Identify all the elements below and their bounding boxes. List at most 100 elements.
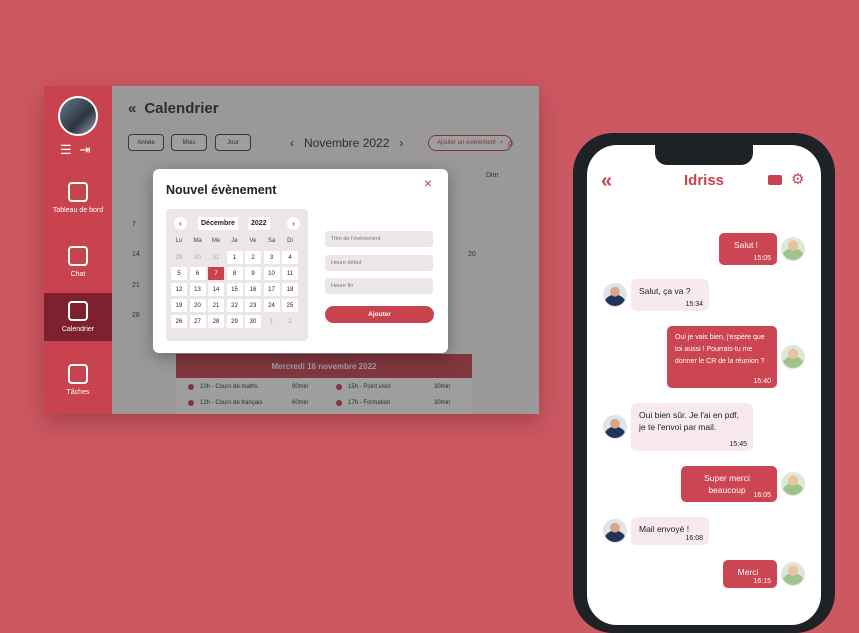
start-time-input[interactable]: Heure début (325, 255, 433, 271)
chevron-left-icon[interactable]: ‹ (174, 217, 187, 230)
avatar[interactable] (58, 96, 98, 136)
new-event-modal: Nouvel évènement × ‹ Décembre 2022 › Lu M… (153, 169, 448, 353)
sidebar: ☰ ⇥ Tableau de bord Chat Calendrier Tâch… (44, 86, 112, 414)
date-cell[interactable]: 4 (282, 251, 298, 264)
weekday-label: Je (231, 238, 238, 244)
date-cell[interactable]: 30 (245, 315, 261, 328)
date-cell[interactable]: 24 (263, 299, 280, 312)
home-icon (68, 182, 88, 202)
date-cell[interactable]: 31 (208, 251, 224, 264)
avatar (781, 237, 805, 261)
date-cell[interactable]: 2 (245, 251, 261, 264)
chevron-right-icon[interactable]: › (287, 217, 300, 230)
date-cell[interactable]: 12 (171, 283, 187, 296)
chat-icon (68, 246, 88, 266)
message-bubble[interactable]: Salut ! 15:05 (719, 233, 777, 265)
sidebar-item-label: Tableau de bord (52, 207, 104, 214)
message-time: 16:08 (685, 535, 703, 542)
message-time: 15:05 (753, 255, 771, 262)
date-cell[interactable]: 17 (263, 283, 280, 296)
weekday-label: Lu (175, 238, 183, 244)
message-text: Mail envoyé ! (639, 524, 690, 534)
date-cell[interactable]: 15 (226, 283, 243, 296)
date-cell[interactable]: 5 (171, 267, 187, 280)
message-bubble[interactable]: Super merci beaucoup 16:05 (681, 466, 777, 502)
message-time: 15:34 (685, 301, 703, 308)
calendar-icon (68, 301, 88, 321)
date-cell[interactable]: 3 (263, 251, 280, 264)
sidebar-item-label: Chat (70, 271, 86, 278)
logout-icon[interactable]: ⇥ (80, 142, 91, 158)
date-cell[interactable]: 11 (282, 267, 298, 280)
contact-name: Idriss (683, 172, 725, 189)
date-cell[interactable]: 13 (189, 283, 206, 296)
date-cell[interactable]: 28 (208, 315, 224, 328)
message-bubble[interactable]: Oui bien sûr. Je l'ai en pdf, je te l'en… (631, 403, 753, 451)
avatar (781, 562, 805, 586)
date-cell[interactable]: 30 (190, 251, 206, 264)
date-cell[interactable]: 1 (226, 251, 243, 264)
date-cell[interactable]: 21 (208, 299, 224, 312)
date-cell[interactable]: 14 (208, 283, 224, 296)
date-cell[interactable]: 8 (226, 267, 243, 280)
date-cell[interactable]: 29 (171, 251, 187, 264)
date-cell[interactable]: 2 (282, 315, 298, 328)
date-cell[interactable]: 1 (264, 315, 280, 328)
date-cell[interactable]: 16 (245, 283, 261, 296)
date-cell[interactable]: 19 (171, 299, 187, 312)
message-bubble[interactable]: Mail envoyé ! 16:08 (631, 517, 709, 545)
phone-mockup: « Idriss ⚙ Salut ! 15:05 Salut, ça va ? 15:… (573, 133, 835, 633)
menu-icon[interactable]: ☰ (60, 142, 72, 158)
weekday-label: Sa (267, 238, 276, 244)
sidebar-item-label: Tâches (66, 389, 90, 396)
weekday-label: Me (211, 238, 221, 244)
message-bubble[interactable]: Salut, ça va ? 15:34 (631, 279, 709, 311)
date-cell[interactable]: 22 (226, 299, 243, 312)
message-time: 15:45 (729, 441, 747, 448)
avatar (781, 472, 805, 496)
date-cell[interactable]: 23 (245, 299, 261, 312)
date-cell[interactable]: 20 (189, 299, 206, 312)
year-select[interactable]: 2022 (248, 217, 270, 230)
message-text: Oui je vais bien, j'espère que toi aussi… (675, 334, 765, 365)
date-cell[interactable]: 29 (226, 315, 243, 328)
date-cell[interactable]: 9 (245, 267, 261, 280)
sidebar-item-label: Calendrier (61, 326, 95, 333)
message-time: 16:05 (753, 492, 771, 499)
sidebar-item-tasks[interactable]: Tâches (44, 364, 112, 397)
message-bubble[interactable]: Merci 16:15 (723, 560, 777, 588)
tasks-icon (68, 364, 88, 384)
avatar (603, 415, 627, 439)
message-bubble[interactable]: Oui je vais bien, j'espère que toi aussi… (667, 326, 777, 388)
month-select[interactable]: Décembre (198, 217, 238, 230)
date-cell[interactable]: 7 (208, 267, 224, 280)
date-cell[interactable]: 26 (171, 315, 187, 328)
date-cell[interactable]: 25 (282, 299, 298, 312)
message-text: Merci (737, 567, 759, 577)
avatar (603, 283, 627, 307)
sidebar-item-calendar[interactable]: Calendrier (44, 293, 112, 341)
message-text: Oui bien sûr. Je l'ai en pdf, je te l'en… (639, 410, 739, 432)
avatar (781, 345, 805, 369)
add-button[interactable]: Ajouter (325, 306, 434, 323)
end-time-input[interactable]: Heure fin (325, 278, 433, 294)
message-time: 16:15 (753, 578, 771, 585)
sidebar-item-dashboard[interactable]: Tableau de bord (44, 182, 112, 215)
weekday-label: Di (287, 238, 293, 244)
phone-notch (655, 145, 753, 165)
video-camera-icon[interactable] (768, 175, 782, 185)
gear-icon[interactable]: ⚙ (791, 170, 804, 188)
date-cell[interactable]: 18 (282, 283, 298, 296)
message-time: 15:40 (753, 378, 771, 385)
date-cell[interactable]: 27 (189, 315, 206, 328)
sidebar-item-chat[interactable]: Chat (44, 246, 112, 279)
event-title-input[interactable]: Titre de l'évènement (325, 231, 433, 247)
message-text: Salut, ça va ? (639, 286, 691, 296)
close-icon[interactable]: × (424, 175, 432, 191)
modal-title: Nouvel évènement (166, 183, 277, 197)
date-picker: ‹ Décembre 2022 › Lu Ma Me Je Ve Sa Di 29 30 31 1… (166, 209, 308, 341)
date-cell[interactable]: 10 (263, 267, 280, 280)
phone-screen: « Idriss ⚙ Salut ! 15:05 Salut, ça va ? 15:… (587, 145, 821, 625)
date-cell[interactable]: 6 (189, 267, 206, 280)
weekday-label: Ve (249, 238, 257, 244)
